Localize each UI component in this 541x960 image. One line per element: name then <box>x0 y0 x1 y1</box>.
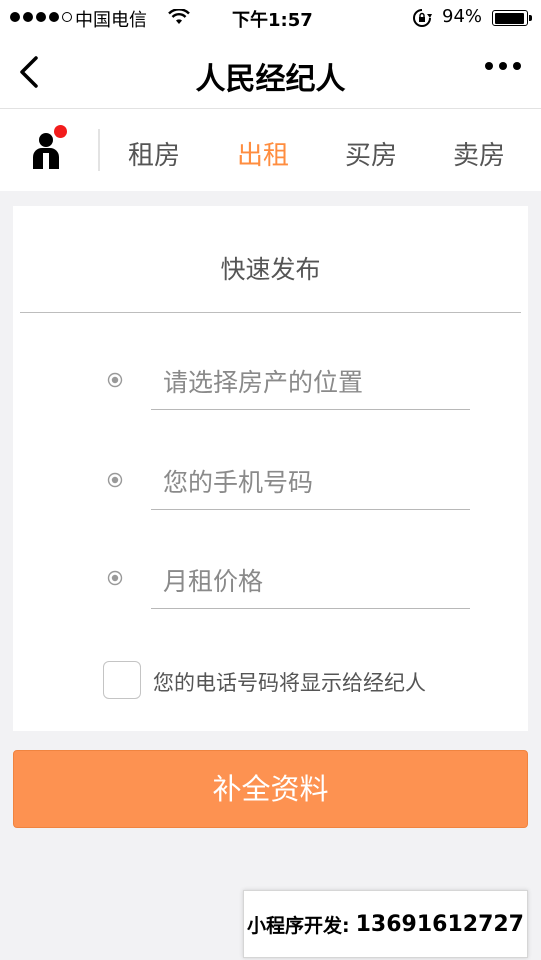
tab-rent[interactable]: 租房 <box>128 135 180 172</box>
tab-lease-out[interactable]: 出租 <box>237 135 289 172</box>
battery-percentage: 94% <box>442 6 483 27</box>
status-bar: 中国电信 下午1:57 94% <box>0 0 541 36</box>
tab-buy[interactable]: 买房 <box>345 135 397 172</box>
location-radio-icon <box>107 372 123 388</box>
signal-strength-icon <box>10 12 72 22</box>
form-title: 快速发布 <box>220 255 321 284</box>
orientation-lock-icon <box>412 8 432 33</box>
signal-dot <box>10 12 20 22</box>
user-avatar-button[interactable] <box>28 125 72 171</box>
quick-publish-form: 快速发布 您的电话号码将显示给经纪人 <box>13 206 528 731</box>
battery-icon <box>492 10 532 26</box>
location-input[interactable] <box>151 356 470 410</box>
phone-input[interactable] <box>151 456 470 510</box>
watermark-label: 小程序开发: <box>247 914 350 937</box>
more-options-button[interactable] <box>485 62 521 70</box>
signal-dot <box>62 12 72 22</box>
phone-radio-icon <box>107 472 123 488</box>
carrier-name: 中国电信 <box>75 10 147 31</box>
clock: 下午1:57 <box>232 10 313 31</box>
watermark-phone: 13691612727 <box>355 911 524 937</box>
divider <box>98 129 100 171</box>
notification-badge <box>54 125 67 138</box>
battery-level <box>494 12 524 24</box>
wifi-icon <box>168 8 190 30</box>
price-radio-icon <box>107 570 123 586</box>
signal-dot <box>36 12 46 22</box>
tab-sell[interactable]: 卖房 <box>453 135 505 172</box>
signal-dot <box>23 12 33 22</box>
divider <box>20 312 521 313</box>
page-title: 人民经纪人 <box>195 62 346 97</box>
complete-info-button[interactable]: 补全资料 <box>13 750 528 828</box>
consent-checkbox[interactable] <box>103 661 141 699</box>
developer-watermark: 小程序开发: 13691612727 <box>243 890 528 958</box>
signal-dot <box>49 12 59 22</box>
navigation-bar: 人民经纪人 <box>0 36 541 109</box>
category-tabs: 租房 出租 买房 卖房 <box>0 109 541 191</box>
consent-label: 您的电话号码将显示给经纪人 <box>153 671 426 695</box>
monthly-rent-input[interactable] <box>151 555 470 609</box>
more-dots-icon <box>485 62 493 70</box>
